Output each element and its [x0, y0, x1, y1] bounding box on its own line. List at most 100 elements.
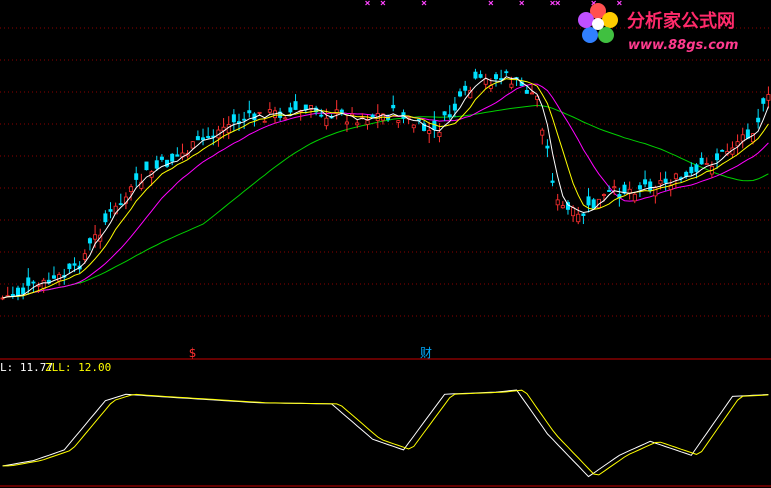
candle-body	[154, 160, 159, 169]
oscillator-l-line	[2, 389, 769, 478]
candle-body	[51, 275, 56, 279]
stock-chart: $ 财 L: 11.77 ZLL: 12.00 分析家公式网 www.88gs.c…	[0, 0, 771, 487]
candle-body	[370, 114, 375, 118]
candle-body	[442, 111, 447, 116]
oscillator-zll-line	[2, 389, 769, 476]
candle-body	[31, 281, 36, 284]
candle-body	[663, 178, 668, 183]
svg-text:ZLL: 12.00: ZLL: 12.00	[45, 361, 111, 374]
candle-body	[288, 107, 293, 113]
candle-body	[499, 78, 504, 81]
candle-body	[293, 101, 298, 110]
candle-body	[411, 124, 416, 129]
candle-body	[247, 110, 252, 114]
candle-body	[761, 98, 766, 104]
candle-body	[509, 83, 514, 88]
candle-body	[67, 263, 72, 270]
candle-body	[355, 122, 360, 126]
candle-body	[637, 185, 642, 190]
candle-body	[134, 173, 139, 180]
candle-body	[108, 209, 113, 212]
candle-body	[195, 136, 200, 141]
watermark-url: www.88gs.com	[628, 38, 738, 53]
candle-body	[632, 193, 637, 202]
candle-body	[190, 141, 195, 149]
candle-body	[740, 134, 745, 142]
watermark-logo: 分析家公式网 www.88gs.com	[578, 3, 738, 53]
candle-body	[581, 213, 586, 216]
candle-body	[159, 156, 164, 160]
candlestick-series	[0, 68, 771, 301]
candle-body	[129, 186, 134, 193]
candle-body	[170, 153, 175, 162]
candle-body	[689, 166, 694, 174]
ma-long-path	[2, 104, 769, 299]
candle-body	[473, 71, 478, 79]
candle-body	[699, 157, 704, 165]
oscillator-lines	[2, 389, 769, 478]
candle-body	[704, 163, 709, 165]
candle-body	[21, 287, 26, 295]
indicator-legend: L: 11.77 ZLL: 12.00	[0, 361, 111, 374]
candle-body	[550, 180, 555, 183]
candle-body	[103, 213, 108, 223]
candle-body	[396, 120, 401, 123]
candle-body	[242, 118, 247, 121]
candle-body	[560, 205, 565, 209]
candle-body	[319, 114, 324, 117]
candle-body	[766, 94, 771, 101]
candle-body	[41, 279, 46, 289]
legend-zll-value: : 12.00	[65, 361, 111, 374]
candle-body	[15, 287, 20, 296]
candle-body	[607, 190, 612, 192]
candle-body	[144, 161, 149, 171]
candle-body	[545, 145, 550, 149]
candle-body	[555, 199, 560, 206]
candle-body	[745, 129, 750, 139]
candle-body	[494, 74, 499, 80]
candle-body	[601, 194, 606, 196]
candle-body	[303, 104, 308, 111]
candle-body	[540, 129, 545, 136]
candle-body	[643, 179, 648, 185]
candle-body	[339, 109, 344, 113]
candle-body	[82, 253, 87, 260]
candle-body	[26, 277, 31, 286]
candle-body	[715, 153, 720, 161]
price-grid	[0, 27, 771, 317]
candle-body	[720, 149, 725, 152]
candle-body	[458, 91, 463, 97]
candle-body	[10, 294, 15, 297]
candle-body	[483, 78, 488, 85]
candle-body	[648, 181, 653, 191]
candle-body	[365, 119, 370, 125]
candle-body	[463, 85, 468, 91]
candle-body	[72, 263, 77, 266]
candle-body	[658, 180, 663, 185]
ma-fast-path	[2, 76, 769, 299]
candle-body	[344, 121, 349, 125]
candle-body	[437, 131, 442, 137]
candle-body	[612, 186, 617, 189]
candle-body	[257, 111, 262, 114]
candle-body	[262, 120, 267, 123]
watermark-brand: 分析家公式网	[627, 10, 735, 32]
candle-body	[283, 117, 288, 120]
candle-body	[447, 114, 452, 118]
candle-body	[673, 173, 678, 180]
candle-body	[324, 117, 329, 127]
ma-long-line	[2, 104, 769, 299]
candle-body	[118, 203, 123, 206]
candle-body	[504, 71, 509, 74]
candle-body	[201, 137, 206, 141]
candle-body	[576, 213, 581, 223]
candle-body	[694, 164, 699, 172]
candle-body	[591, 199, 596, 209]
event-markers: $ 财	[189, 346, 432, 360]
candle-body	[756, 117, 761, 123]
candle-body	[529, 92, 534, 95]
event-marker-1: 财	[420, 346, 432, 360]
flower-icon	[578, 3, 618, 43]
candle-body	[478, 74, 483, 78]
candle-body	[571, 207, 576, 217]
